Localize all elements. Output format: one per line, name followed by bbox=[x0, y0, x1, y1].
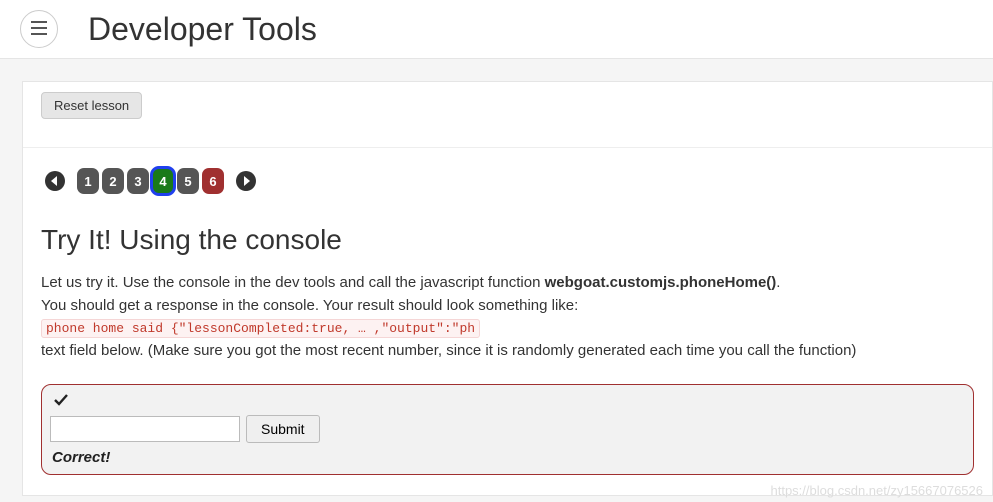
step-1[interactable]: 1 bbox=[77, 168, 99, 194]
menu-button[interactable] bbox=[20, 10, 58, 48]
main-panel: Reset lesson 123456 Try It! Using the co… bbox=[22, 81, 993, 496]
top-bar: Developer Tools bbox=[0, 0, 993, 59]
lesson-paragraph-2: You should get a response in the console… bbox=[41, 295, 974, 340]
check-icon bbox=[54, 393, 68, 410]
status-row bbox=[50, 391, 965, 415]
text: . bbox=[776, 274, 780, 291]
lesson-paragraph-1: Let us try it. Use the console in the de… bbox=[41, 272, 974, 295]
step-3[interactable]: 3 bbox=[127, 168, 149, 194]
input-row: Submit bbox=[50, 415, 965, 443]
feedback-text: Correct! bbox=[50, 443, 965, 466]
step-2[interactable]: 2 bbox=[102, 168, 124, 194]
lesson-pager: 123456 bbox=[23, 148, 992, 202]
step-6[interactable]: 6 bbox=[202, 168, 224, 194]
lesson-heading: Try It! Using the console bbox=[41, 224, 974, 256]
lesson-paragraph-3: text field below. (Make sure you got the… bbox=[41, 340, 974, 363]
page-title: Developer Tools bbox=[88, 11, 317, 48]
next-arrow-icon[interactable] bbox=[236, 171, 256, 191]
reset-lesson-button[interactable]: Reset lesson bbox=[41, 92, 142, 119]
code-sample: phone home said {"lessonCompleted:true, … bbox=[41, 319, 480, 338]
submit-button[interactable]: Submit bbox=[246, 415, 320, 443]
text: Let us try it. Use the console in the de… bbox=[41, 274, 545, 291]
answer-input[interactable] bbox=[50, 416, 240, 442]
function-name: webgoat.customjs.phoneHome() bbox=[545, 274, 777, 291]
prev-arrow-icon[interactable] bbox=[45, 171, 65, 191]
step-4[interactable]: 4 bbox=[152, 168, 174, 194]
step-5[interactable]: 5 bbox=[177, 168, 199, 194]
answer-panel: Submit Correct! bbox=[41, 384, 974, 475]
toolbar-row: Reset lesson bbox=[23, 82, 992, 148]
lesson-content: Try It! Using the console Let us try it.… bbox=[23, 202, 992, 372]
text: You should get a response in the console… bbox=[41, 297, 578, 314]
hamburger-icon bbox=[31, 21, 47, 38]
